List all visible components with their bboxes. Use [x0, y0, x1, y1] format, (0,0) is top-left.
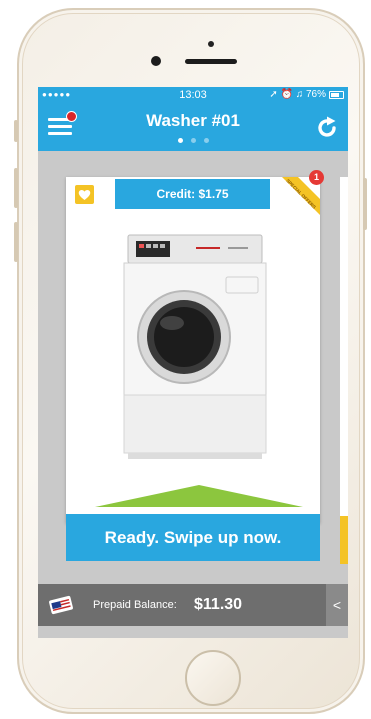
balance-expand-button[interactable]: <: [326, 584, 348, 626]
favorite-button[interactable]: [75, 185, 94, 204]
page-dot[interactable]: [203, 138, 209, 143]
page-indicator: [38, 136, 348, 143]
menu-bar-line: [48, 132, 72, 135]
front-camera: [151, 56, 161, 66]
battery-level: [331, 93, 340, 97]
volume-up-button[interactable]: [14, 168, 18, 208]
next-machine-card-accent: [340, 516, 348, 564]
app-header: Washer #01: [38, 103, 348, 151]
balance-label: Prepaid Balance:: [93, 599, 177, 611]
power-button[interactable]: [363, 178, 367, 230]
swipe-up-cta[interactable]: Ready. Swipe up now.: [66, 514, 320, 561]
prepaid-balance-bar[interactable]: Prepaid Balance: $11.30 <: [38, 584, 348, 626]
machine-carousel[interactable]: Credit: $1.75 SPECIAL OFFERS 1 Ready. Sw…: [38, 151, 348, 584]
special-offers-count-badge: 1: [309, 170, 324, 185]
earpiece-speaker: [185, 59, 237, 64]
app-screen: ●●●●● 13:03 ➚ ⏰ ♫ 76% Washer #01 Credit:…: [38, 87, 348, 638]
mute-switch[interactable]: [14, 120, 18, 142]
refresh-icon: [318, 116, 336, 137]
status-bar: ●●●●● 13:03 ➚ ⏰ ♫ 76%: [38, 87, 348, 103]
home-button[interactable]: [185, 650, 241, 706]
page-dot[interactable]: [177, 138, 183, 143]
refresh-button[interactable]: [314, 115, 340, 141]
chevron-left-icon: <: [332, 597, 342, 613]
credit-label: Credit: $1.75: [115, 179, 270, 209]
page-dot[interactable]: [190, 138, 196, 143]
page-title: Washer #01: [146, 111, 240, 130]
shadow-ground-graphic: [95, 485, 303, 507]
proximity-sensor: [208, 41, 214, 47]
prepaid-card-icon: [49, 595, 73, 615]
next-machine-card[interactable]: [340, 177, 348, 523]
volume-down-button[interactable]: [14, 222, 18, 262]
balance-value: $11.30: [194, 596, 243, 613]
front-load-washer-image: [123, 234, 267, 459]
machine-card[interactable]: Credit: $1.75 SPECIAL OFFERS: [66, 177, 320, 523]
status-indicators: ➚ ⏰ ♫ 76%: [269, 89, 326, 100]
heart-icon: [78, 189, 91, 200]
battery-icon: [329, 91, 344, 99]
